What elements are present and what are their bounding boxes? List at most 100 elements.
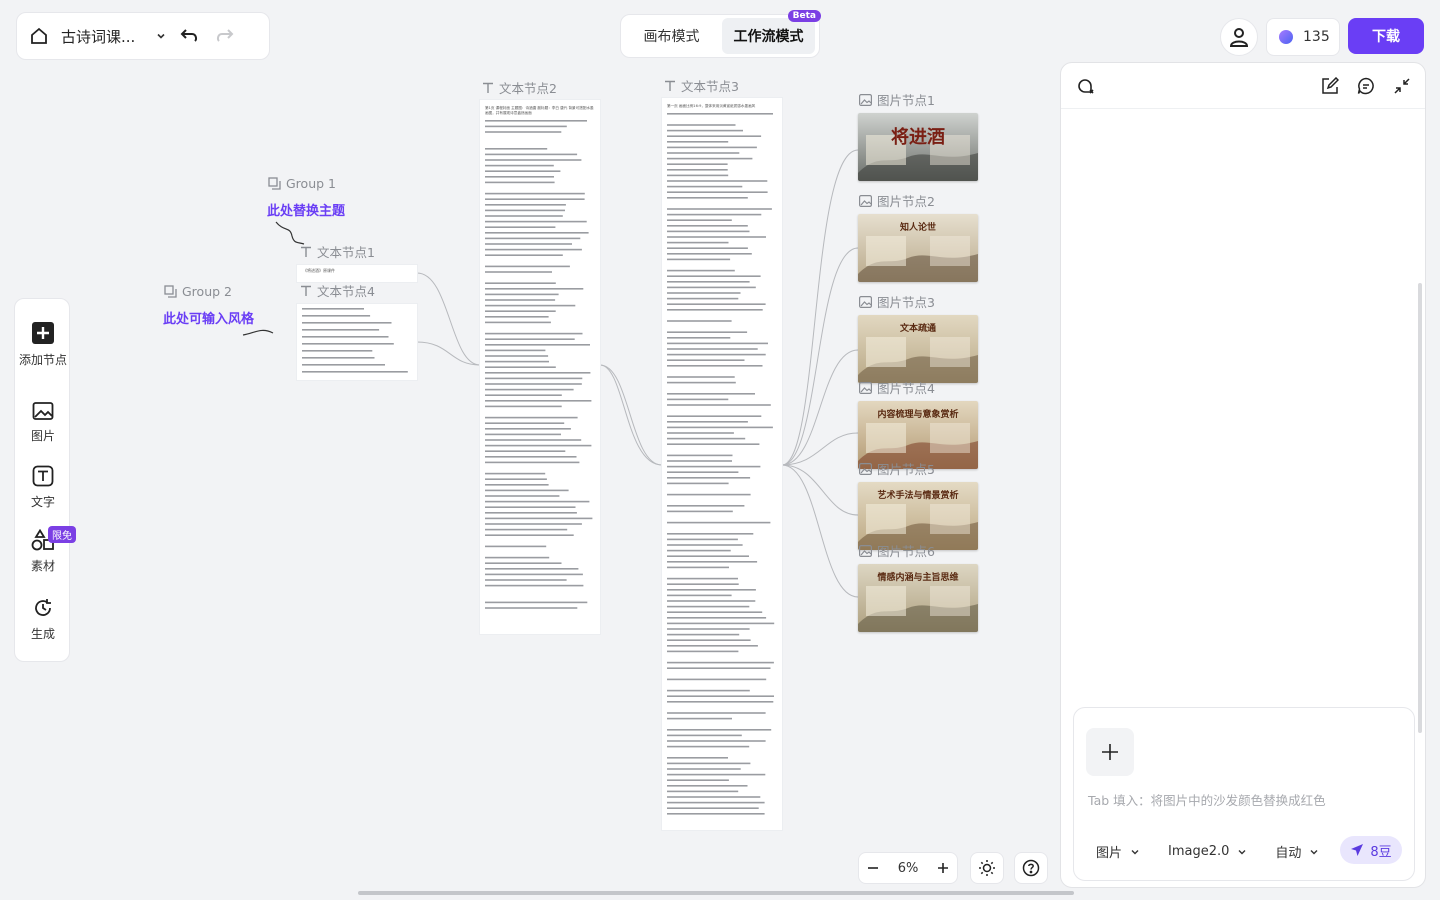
tab-workflow-mode[interactable]: 工作流模式 <box>722 18 815 54</box>
image-node-5-thumbnail[interactable]: 艺术手法与情景赏析 <box>858 482 978 550</box>
generation-options: 图片 Image2.0 自动 <box>1096 842 1319 861</box>
group-2-label[interactable]: Group 2 <box>164 284 232 299</box>
user-button[interactable] <box>1220 18 1258 56</box>
edit-icon[interactable] <box>1321 76 1339 95</box>
prompt-input[interactable]: Tab 填入：将图片中的沙发颜色替换成红色 <box>1088 790 1326 809</box>
text-icon <box>482 82 494 94</box>
text-node-3-card[interactable]: 第一页 画面比例16:9，整体采用淡黄宣纸质感水墨画风 <box>662 98 782 830</box>
text-node-1-card[interactable]: 《将进酒》原课件 <box>297 265 417 282</box>
group-2-title[interactable]: 此处可输入风格 <box>163 308 254 327</box>
help-button[interactable] <box>1014 852 1048 884</box>
text-icon <box>300 246 312 258</box>
theme-toggle-button[interactable] <box>970 852 1004 884</box>
image-node-2-title: 知人论世 <box>899 223 936 233</box>
help-icon <box>1022 859 1040 877</box>
prompt-composer: Tab 填入：将图片中的沙发颜色替换成红色 图片 Image2.0 自动 8豆 <box>1073 707 1415 881</box>
zoom-level[interactable]: 6% <box>898 861 919 876</box>
generate-icon <box>32 597 54 619</box>
horizontal-scrollbar[interactable] <box>358 891 1074 895</box>
image-node-4-title: 内容梳理与意象赏析 <box>877 410 959 420</box>
image-tool-button[interactable]: 图片 <box>15 401 71 444</box>
text-icon <box>664 80 676 92</box>
send-icon <box>1350 843 1364 857</box>
credits-count: 135 <box>1303 29 1330 45</box>
image-icon <box>859 462 872 475</box>
tab-canvas-mode[interactable]: 画布模式 <box>625 18 718 54</box>
plus-icon <box>1100 742 1120 762</box>
image-node-3-title: 文本疏通 <box>899 324 936 334</box>
assets-tool-label: 素材 <box>30 559 55 573</box>
text-tool-label: 文字 <box>30 495 55 509</box>
collapse-icon[interactable] <box>1393 77 1411 95</box>
text-node-4-card[interactable] <box>297 304 417 380</box>
group-icon <box>164 285 177 298</box>
text-node-1-label[interactable]: 文本节点1 <box>300 242 375 261</box>
home-icon[interactable] <box>29 26 49 46</box>
new-chat-icon[interactable] <box>1075 76 1095 96</box>
image-tool-label: 图片 <box>30 429 55 443</box>
image-node-1-label[interactable]: 图片节点1 <box>859 90 935 109</box>
image-icon <box>859 93 872 106</box>
add-reference-button[interactable] <box>1086 728 1134 776</box>
image-node-3-thumbnail[interactable]: 文本疏通 <box>858 315 978 383</box>
image-icon <box>859 295 872 308</box>
image-node-5-label[interactable]: 图片节点5 <box>859 459 935 478</box>
send-button[interactable]: 8豆 <box>1340 836 1402 864</box>
image-node-4-label[interactable]: 图片节点4 <box>859 378 935 397</box>
document-title[interactable]: 古诗词课... <box>61 26 143 47</box>
text-node-4-preview <box>302 308 408 373</box>
image-node-2-label[interactable]: 图片节点2 <box>859 191 935 210</box>
panel-actions <box>1321 76 1411 95</box>
image-node-2-thumbnail[interactable]: 知人论世 <box>858 214 978 282</box>
text-node-2-content: 第1页 课程封面 主题图：诗酒唐 副标题：李白 唐代 背景可搭配水墨画图，并有展… <box>485 106 594 115</box>
model-select[interactable]: Image2.0 <box>1168 844 1247 859</box>
group-1-label[interactable]: Group 1 <box>268 176 336 191</box>
zoom-in-icon[interactable] <box>937 862 949 874</box>
text-node-2-label[interactable]: 文本节点2 <box>482 78 557 97</box>
assistant-panel: Tab 填入：将图片中的沙发颜色替换成红色 图片 Image2.0 自动 8豆 <box>1060 62 1426 888</box>
image-icon <box>32 401 54 421</box>
text-node-3-label[interactable]: 文本节点3 <box>664 76 739 95</box>
text-node-2-card[interactable]: 第1页 课程封面 主题图：诗酒唐 副标题：李白 唐代 背景可搭配水墨画图，并有展… <box>480 100 600 634</box>
text-tool-button[interactable]: 文字 <box>15 465 71 510</box>
image-icon <box>859 544 872 557</box>
panel-header <box>1061 63 1425 109</box>
image-node-6-label[interactable]: 图片节点6 <box>859 541 935 560</box>
document-bar: 古诗词课... <box>16 12 270 60</box>
zoom-control: 6% <box>858 852 958 884</box>
image-node-3-label[interactable]: 图片节点3 <box>859 292 935 311</box>
image-icon <box>859 194 872 207</box>
image-node-5-title: 艺术手法与情景赏析 <box>877 491 959 501</box>
image-node-6-thumbnail[interactable]: 情感内涵与主旨思维 <box>858 564 978 632</box>
redo-icon[interactable] <box>213 26 235 46</box>
chevron-down-icon <box>1309 847 1319 857</box>
image-node-1-title: 将进酒 <box>891 127 945 148</box>
zoom-out-icon[interactable] <box>867 862 879 874</box>
sun-icon <box>978 859 996 877</box>
add-node-label: 添加节点 <box>18 353 67 367</box>
output-type-select[interactable]: 图片 <box>1096 842 1140 861</box>
ratio-select[interactable]: 自动 <box>1275 842 1319 861</box>
image-icon <box>859 381 872 394</box>
panel-scrollbar[interactable] <box>1418 283 1422 733</box>
text-icon <box>32 465 54 487</box>
add-node-button[interactable]: 添加节点 <box>15 321 71 368</box>
download-button[interactable]: 下载 <box>1348 18 1424 54</box>
chevron-down-icon[interactable] <box>155 30 167 42</box>
generate-tool-label: 生成 <box>30 627 55 641</box>
text-node-3-content: 第一页 画面比例16:9，整体采用淡黄宣纸质感水墨画风 <box>667 104 756 108</box>
chevron-down-icon <box>1130 847 1140 857</box>
beta-badge: Beta <box>787 10 821 22</box>
group-1-title[interactable]: 此处替换主题 <box>267 200 345 219</box>
image-node-1-thumbnail[interactable]: 将进酒 <box>858 113 978 181</box>
credits-badge[interactable]: 135 <box>1266 18 1340 56</box>
group-icon <box>268 177 281 190</box>
user-icon <box>1228 26 1250 48</box>
chat-history-icon[interactable] <box>1357 77 1375 95</box>
generate-tool-button[interactable]: 生成 <box>15 597 71 642</box>
undo-icon[interactable] <box>179 26 201 46</box>
text-icon <box>300 285 312 297</box>
text-node-3-preview <box>667 113 775 815</box>
credit-orb-icon <box>1277 28 1295 46</box>
text-node-4-label[interactable]: 文本节点4 <box>300 281 375 300</box>
